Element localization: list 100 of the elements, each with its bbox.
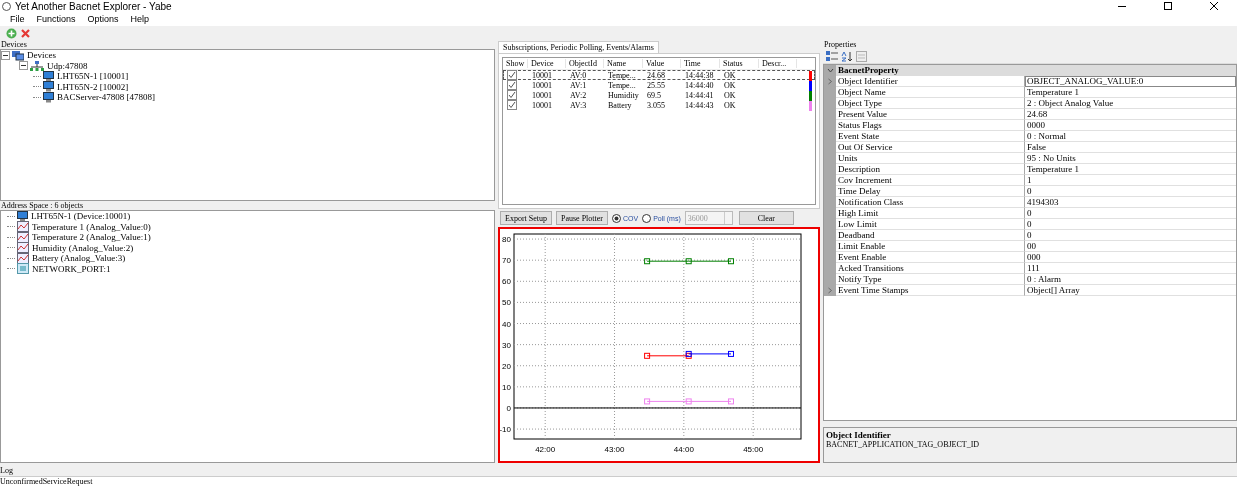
column-header[interactable]: Show: [503, 59, 528, 68]
column-header[interactable]: ObjectId: [566, 59, 604, 68]
property-value[interactable]: 0 : Alarm: [1025, 274, 1236, 285]
property-value[interactable]: Temperature 1: [1025, 164, 1236, 175]
property-value[interactable]: OBJECT_ANALOG_VALUE:0: [1025, 76, 1236, 87]
table-cell-text: 10001: [531, 80, 553, 90]
point: [685, 258, 692, 265]
property-value[interactable]: 0: [1025, 208, 1236, 219]
property-name: Notify Type: [836, 274, 1025, 285]
table-cell-text: Tempe...: [607, 70, 637, 80]
column-header[interactable]: Descr...: [759, 59, 797, 68]
property-value[interactable]: False: [1025, 142, 1236, 153]
table-cell-text: 10001: [531, 100, 553, 110]
property-name: Acked Transitions: [836, 263, 1025, 274]
sort-icon[interactable]: [841, 50, 853, 62]
property-value[interactable]: 24.68: [1025, 109, 1236, 120]
property-value[interactable]: 1: [1025, 175, 1236, 186]
tree-item[interactable]: Udp:47808: [46, 60, 89, 71]
y-tick-label: 70: [502, 256, 511, 266]
property-name: High Limit: [836, 208, 1025, 219]
y-tick-label: -10: [500, 425, 511, 435]
computer-icon: [43, 91, 54, 103]
property-name: Low Limit: [836, 219, 1025, 230]
menu-item[interactable]: Functions: [30, 14, 82, 24]
property-name: Object Identifier: [836, 76, 1025, 87]
tree-item[interactable]: LHT65N-1 (Device:10001): [30, 211, 132, 222]
property-name: Units: [836, 153, 1025, 164]
property-value[interactable]: 00: [1025, 241, 1236, 252]
menu-item[interactable]: Options: [81, 14, 125, 24]
chart-icon: [17, 221, 29, 233]
computer-icon: [43, 70, 54, 82]
property-value[interactable]: 000: [1025, 252, 1236, 263]
table-cell-text: 10001: [531, 70, 553, 80]
column-header[interactable]: Time: [681, 59, 720, 68]
close-icon[interactable]: [1210, 1, 1218, 10]
y-tick-label: 0: [506, 403, 511, 413]
property-value[interactable]: 111: [1025, 263, 1236, 274]
table-cell-text: 14:44:41: [684, 90, 715, 100]
column-header[interactable]: Name: [604, 59, 643, 68]
network-computers-icon: [12, 49, 24, 61]
y-tick-label: 20: [502, 361, 511, 371]
panel-label: Address Space : 6 objects: [0, 201, 85, 210]
property-name: Notification Class: [836, 197, 1025, 208]
table-cell-text: Humidity: [607, 90, 640, 100]
table-cell-text: 3.055: [646, 100, 666, 110]
property-value[interactable]: 4194303: [1025, 197, 1236, 208]
property-value[interactable]: 0 : Normal: [1025, 131, 1236, 142]
menu-item[interactable]: Help: [124, 14, 156, 24]
add-icon[interactable]: [6, 27, 17, 39]
property-value[interactable]: Temperature 1: [1025, 87, 1236, 98]
table-cell-text: AV:2: [569, 90, 588, 100]
tree-item[interactable]: Battery (Analog_Value:3): [31, 253, 127, 264]
export-setup-button[interactable]: Export Setup: [500, 211, 552, 225]
checkbox[interactable]: [507, 99, 517, 110]
collapse-icon[interactable]: [1, 50, 10, 60]
column-header[interactable]: Device: [528, 59, 566, 68]
checkbox[interactable]: [507, 79, 517, 90]
table-cell-text: 25.55: [646, 80, 666, 90]
point: [727, 398, 734, 405]
y-tick-label: 80: [502, 235, 511, 245]
tree-item[interactable]: Temperature 2 (Analog_Value:1): [31, 232, 152, 243]
chart-icon: [17, 252, 29, 264]
column-header[interactable]: Value: [643, 59, 681, 68]
collapse-icon[interactable]: [19, 61, 28, 71]
checkbox[interactable]: [507, 89, 517, 100]
column-header[interactable]: Status: [720, 59, 759, 68]
tree-item[interactable]: BACServer-47808 [47808]: [56, 92, 157, 103]
panel-label: Properties: [823, 40, 858, 49]
tree-item[interactable]: Temperature 1 (Analog_Value:0): [31, 221, 152, 232]
pause-plotter-button[interactable]: Pause Plotter: [556, 211, 608, 225]
property-value[interactable]: 2 : Object Analog Value: [1025, 98, 1236, 109]
categorized-icon[interactable]: [826, 50, 838, 62]
tree-item[interactable]: LHT65N-2 [10002]: [56, 81, 130, 92]
property-name: Out Of Service: [836, 142, 1025, 153]
property-value[interactable]: 95 : No Units: [1025, 153, 1236, 164]
radio-button[interactable]: [642, 213, 652, 223]
property-value[interactable]: 0: [1025, 186, 1236, 197]
tab[interactable]: Subscriptions, Periodic Polling, Events/Alarms: [498, 41, 659, 53]
table-cell-text: OK: [723, 70, 737, 80]
tree-item[interactable]: Devices: [26, 50, 57, 61]
tree-item[interactable]: NETWORK_PORT:1: [31, 263, 112, 274]
property-value[interactable]: Object[] Array: [1025, 285, 1236, 296]
point: [685, 398, 692, 405]
tree-item[interactable]: Humidity (Analog_Value:2): [31, 242, 135, 253]
menu-item[interactable]: File: [4, 14, 31, 24]
property-value[interactable]: 0: [1025, 230, 1236, 241]
maximize-icon[interactable]: [1164, 1, 1172, 10]
computer-icon: [43, 81, 54, 93]
network-icon: [30, 60, 44, 71]
clear-button[interactable]: Clear: [738, 211, 794, 225]
tree-item[interactable]: LHT65N-1 [10001]: [56, 71, 130, 82]
property-value[interactable]: 0000: [1025, 120, 1236, 131]
checkbox[interactable]: [507, 69, 517, 80]
table-cell-text: OK: [723, 100, 737, 110]
y-tick-label: 10: [502, 382, 511, 392]
property-name: Present Value: [836, 109, 1025, 120]
radio-button[interactable]: [612, 213, 621, 223]
description-text: BACNET_APPLICATION_TAG_OBJECT_ID: [826, 440, 981, 449]
category-header: BacnetProperty: [836, 65, 1236, 76]
property-value[interactable]: 0: [1025, 219, 1236, 230]
